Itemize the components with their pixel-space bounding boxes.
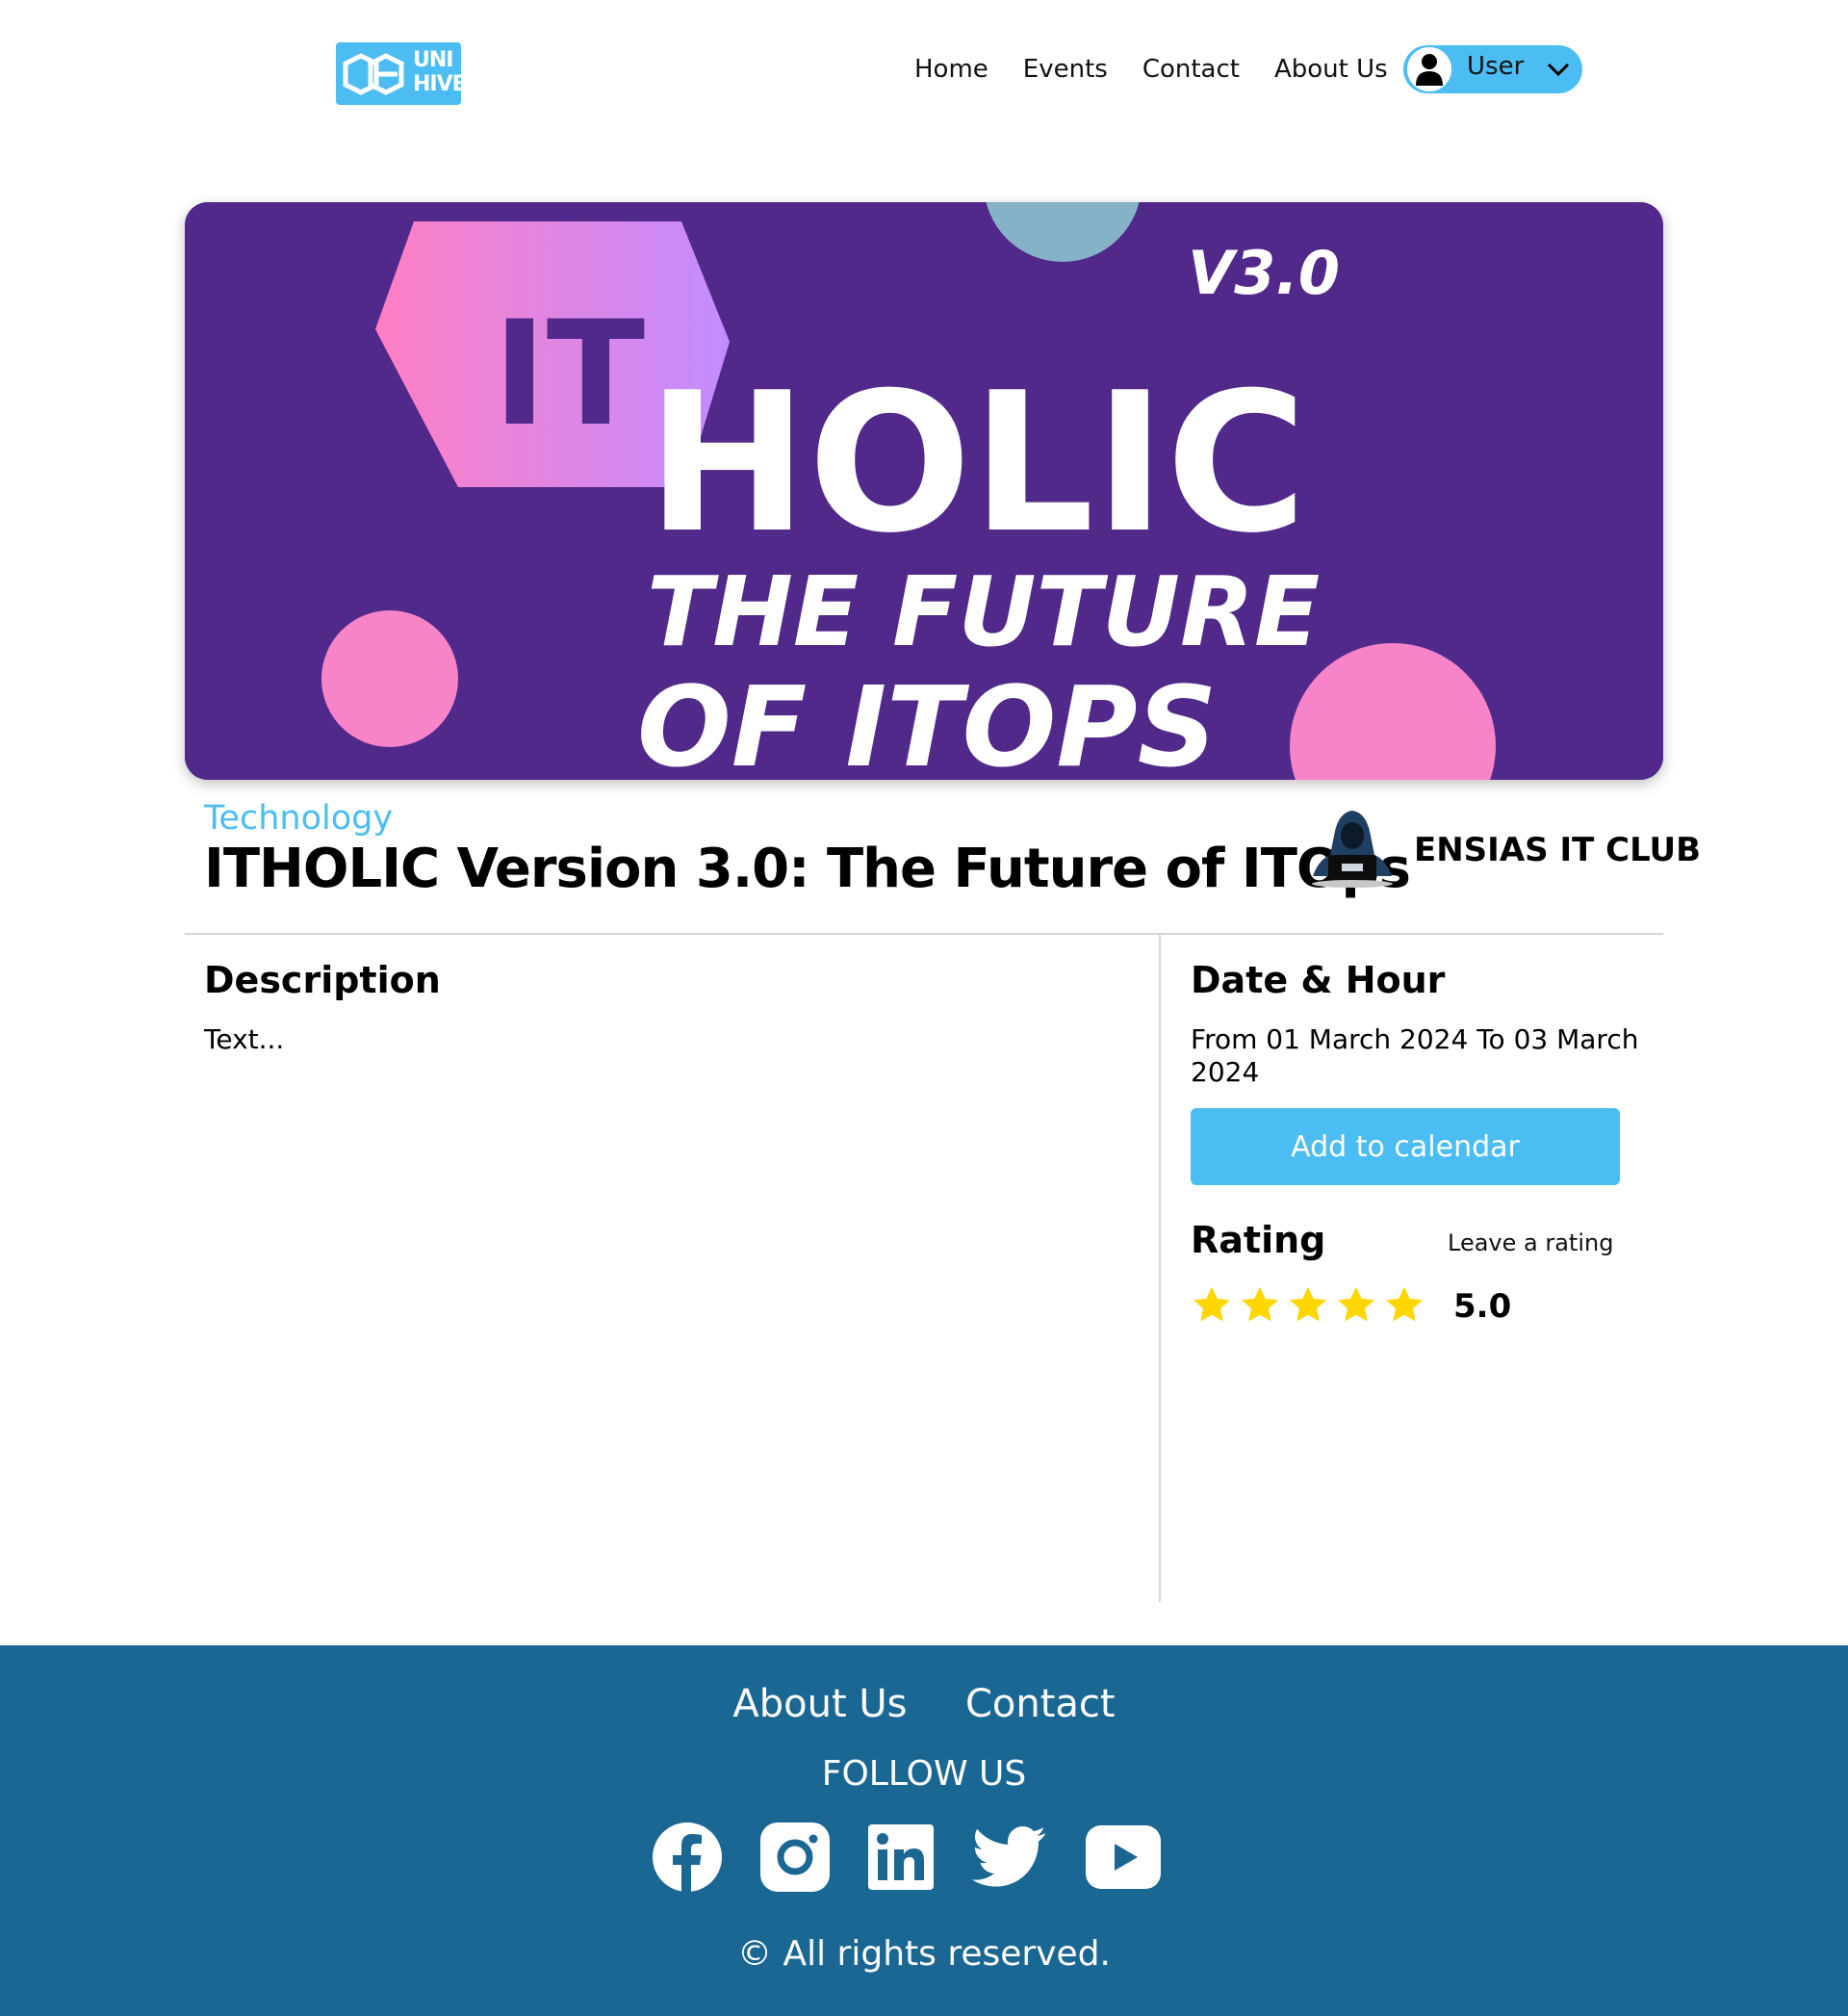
- youtube-icon[interactable]: [1086, 1825, 1161, 1894]
- instagram-icon[interactable]: [760, 1822, 830, 1897]
- event-banner: IT V3.0 HOLIC THE FUTURE OF ITOPS: [185, 202, 1663, 780]
- description-text: Text...: [204, 1023, 285, 1055]
- star-rating[interactable]: [1191, 1284, 1425, 1327]
- divider-vertical: [1159, 935, 1161, 1602]
- organizer-logo[interactable]: [1309, 807, 1396, 890]
- star-icon[interactable]: [1287, 1284, 1329, 1327]
- nav-contact[interactable]: Contact: [1142, 50, 1240, 89]
- date-text: From 01 March 2024 To 03 March 2024: [1191, 1023, 1639, 1088]
- user-label: User: [1467, 52, 1525, 81]
- follow-us-label: FOLLOW US: [821, 1754, 1027, 1794]
- date-heading: Date & Hour: [1191, 959, 1446, 1001]
- nav-events[interactable]: Events: [1023, 50, 1108, 89]
- user-icon: [1416, 54, 1443, 86]
- user-menu-button[interactable]: User: [1403, 45, 1582, 93]
- star-icon[interactable]: [1191, 1284, 1233, 1327]
- description-heading: Description: [204, 959, 441, 1001]
- footer-contact-link[interactable]: Contact: [965, 1682, 1116, 1726]
- copyright-text: © All rights reserved.: [737, 1934, 1111, 1974]
- chevron-down-icon: [1547, 63, 1570, 77]
- site-header: UNI HIVE Home Events Contact About Us Us…: [0, 0, 1848, 144]
- svg-text:HOLIC: HOLIC: [647, 351, 1307, 576]
- footer-about-us-link[interactable]: About Us: [732, 1682, 907, 1726]
- unihive-logo[interactable]: UNI HIVE: [336, 42, 467, 105]
- organizer-name[interactable]: ENSIAS IT CLUB: [1414, 831, 1701, 869]
- divider-horizontal: [185, 933, 1663, 935]
- star-icon[interactable]: [1383, 1284, 1425, 1327]
- svg-text:IT: IT: [493, 291, 645, 458]
- star-icon[interactable]: [1239, 1284, 1281, 1327]
- footer-links: About Us Contact: [0, 1682, 1848, 1726]
- itholic-banner-image: IT V3.0 HOLIC THE FUTURE OF ITOPS: [185, 202, 1663, 780]
- svg-text:OF ITOPS: OF ITOPS: [637, 663, 1217, 780]
- social-links: [653, 1822, 1161, 1897]
- star-icon[interactable]: [1335, 1284, 1377, 1327]
- rating-heading: Rating: [1191, 1219, 1326, 1261]
- add-to-calendar-button[interactable]: Add to calendar: [1191, 1108, 1620, 1185]
- svg-text:THE FUTURE: THE FUTURE: [647, 556, 1320, 668]
- rating-value: 5.0: [1453, 1287, 1512, 1326]
- hive-logo-icon: [343, 53, 404, 95]
- site-footer: About Us Contact FOLLOW US © All rights …: [0, 1645, 1848, 2016]
- event-title: ITHOLIC Version 3.0: The Future of ITOps: [204, 838, 1411, 900]
- nav-home[interactable]: Home: [914, 50, 988, 89]
- main-nav: Home Events Contact About Us: [914, 50, 1423, 89]
- twitter-icon[interactable]: [972, 1825, 1047, 1894]
- event-category: Technology: [204, 799, 394, 838]
- facebook-icon[interactable]: [653, 1822, 722, 1897]
- user-avatar: [1405, 45, 1453, 93]
- leave-rating-link[interactable]: Leave a rating: [1448, 1229, 1613, 1256]
- svg-text:V3.0: V3.0: [1188, 238, 1340, 308]
- linkedin-icon[interactable]: [868, 1824, 934, 1895]
- nav-about-us[interactable]: About Us: [1274, 50, 1388, 89]
- logo-text: UNI HIVE: [413, 48, 467, 96]
